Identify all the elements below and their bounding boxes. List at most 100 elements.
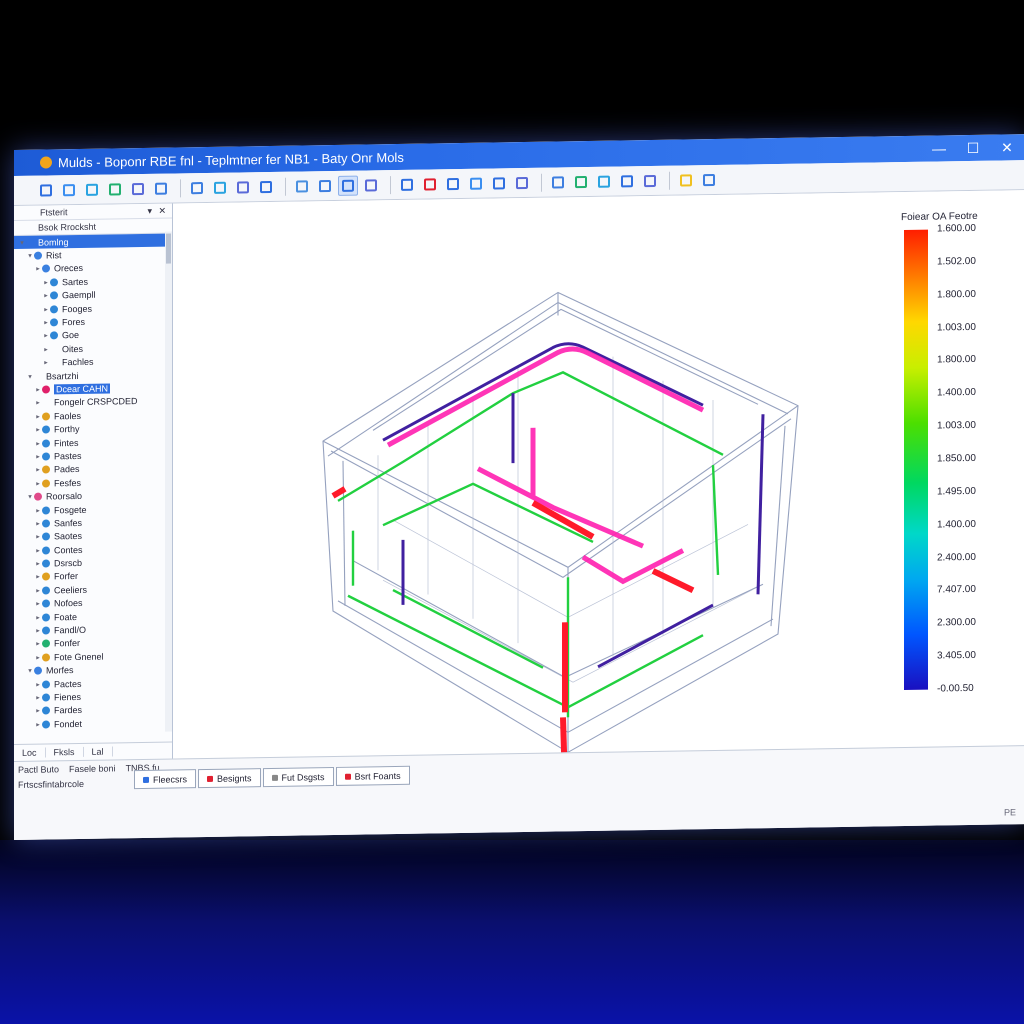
tree-item-label: Fachles: [62, 356, 94, 368]
expand-icon[interactable]: ▸: [42, 359, 50, 367]
mesh-button[interactable]: [315, 175, 335, 195]
expand-icon[interactable]: ▸: [34, 399, 42, 407]
tab-icon: [271, 774, 278, 781]
expand-icon[interactable]: ▸: [34, 707, 42, 715]
expand-icon[interactable]: ▸: [42, 292, 50, 300]
expand-icon[interactable]: ▸: [34, 426, 42, 434]
table-icon: [644, 174, 656, 187]
expand-icon[interactable]: ▸: [34, 386, 42, 394]
expand-icon[interactable]: ▸: [34, 694, 42, 702]
record-button[interactable]: [420, 174, 440, 194]
expand-icon[interactable]: ▸: [34, 573, 42, 581]
node-icon: [42, 438, 50, 448]
expand-icon[interactable]: ▸: [42, 332, 50, 340]
expand-icon[interactable]: ▾: [26, 372, 34, 380]
copy-button[interactable]: [292, 176, 312, 196]
expand-icon[interactable]: ▸: [34, 479, 42, 487]
rotate-button[interactable]: [443, 173, 463, 193]
expand-icon[interactable]: ▸: [34, 506, 42, 514]
expand-icon[interactable]: ▾: [26, 493, 34, 501]
expand-icon[interactable]: ▸: [34, 533, 42, 541]
expand-icon[interactable]: ▾: [26, 252, 34, 260]
chart-button[interactable]: [571, 171, 591, 191]
layers-button[interactable]: [256, 176, 276, 196]
tool-button[interactable]: [210, 177, 230, 197]
app-icon: [40, 156, 52, 169]
expand-icon[interactable]: ▸: [34, 680, 42, 688]
orbit-button[interactable]: [466, 173, 486, 193]
expand-icon[interactable]: ▸: [34, 265, 42, 273]
node-icon: [42, 639, 50, 648]
3d-viewport[interactable]: Foiear OA Feotre 1.600.00 1.502.00 1.800.0…: [173, 190, 1024, 840]
light-button[interactable]: [676, 170, 696, 190]
close-button[interactable]: ✕: [990, 134, 1024, 161]
expand-icon[interactable]: ▸: [34, 600, 42, 608]
filter-button[interactable]: [548, 172, 568, 192]
expand-icon[interactable]: ▸: [34, 519, 42, 527]
bottom-tab[interactable]: Fleecsrs: [134, 769, 197, 790]
expand-icon[interactable]: ▸: [42, 345, 50, 353]
settings-button[interactable]: [128, 178, 148, 198]
section-button[interactable]: [617, 171, 637, 191]
expand-icon[interactable]: ▸: [34, 412, 42, 420]
zoom-button[interactable]: [397, 174, 417, 194]
select-button[interactable]: [338, 175, 358, 196]
expand-icon[interactable]: ▸: [34, 439, 42, 447]
expand-icon[interactable]: ▸: [34, 466, 42, 474]
tree-item[interactable]: ▸ Fondet: [14, 716, 172, 732]
expand-icon[interactable]: ▸: [42, 318, 50, 327]
wrench-button[interactable]: [82, 179, 102, 199]
model-tree-panel: Ftsterit ▾ ✕ Bsok Rrocksht ▾ Bomlng ▾ Rist ▸…: [14, 203, 173, 762]
expand-icon[interactable]: ▸: [34, 546, 42, 554]
maximize-button[interactable]: ☐: [956, 135, 990, 162]
table-button[interactable]: [640, 170, 660, 190]
expand-icon[interactable]: ▸: [34, 720, 42, 728]
close-icon[interactable]: ✕: [158, 205, 166, 216]
grid-button[interactable]: [233, 177, 253, 197]
zoom-fit-button[interactable]: [699, 169, 719, 189]
panel-tab-loc[interactable]: Loc: [14, 747, 46, 758]
expand-icon[interactable]: ▸: [42, 305, 50, 313]
panel-tab-lal[interactable]: Lal: [83, 746, 113, 757]
node-icon: [42, 425, 50, 434]
refresh-icon: [109, 182, 121, 196]
new-button[interactable]: [36, 180, 56, 200]
expand-icon[interactable]: ▸: [34, 613, 42, 621]
expand-icon[interactable]: ▾: [26, 667, 34, 675]
bottom-tab[interactable]: Besignts: [198, 768, 261, 789]
node-icon: [42, 264, 50, 274]
pin-icon[interactable]: ▾: [147, 205, 152, 216]
expand-icon[interactable]: ▸: [34, 627, 42, 635]
purple-channels: [382, 342, 765, 669]
expand-icon[interactable]: ▸: [34, 640, 42, 648]
application-window: Mulds - Boponr RBE fnl - Teplmtner fer N…: [14, 134, 1024, 840]
toolbar-separator: [669, 171, 670, 190]
bottom-tab[interactable]: Bsrt Foants: [335, 765, 410, 786]
link-button[interactable]: [151, 178, 171, 198]
expand-icon[interactable]: ▸: [42, 278, 50, 286]
refresh-button[interactable]: [105, 179, 125, 199]
node-icon: [50, 331, 58, 340]
settings-icon: [132, 182, 144, 195]
expand-icon[interactable]: ▸: [34, 653, 42, 661]
probe-button[interactable]: [594, 171, 614, 191]
tree-item-label: Oites: [62, 343, 84, 355]
expand-icon[interactable]: ▾: [18, 238, 26, 247]
tree-item-label: Fores: [62, 316, 86, 328]
expand-icon[interactable]: ▸: [34, 452, 42, 461]
open-button[interactable]: [59, 179, 79, 199]
panel-tab-fields[interactable]: Fksls: [45, 746, 84, 758]
expand-icon[interactable]: ▸: [34, 560, 42, 568]
frame-button[interactable]: [361, 175, 381, 195]
cube-button[interactable]: [489, 173, 509, 193]
bottom-tab[interactable]: Fut Dsgsts: [262, 766, 334, 788]
panel-scrollbar[interactable]: [165, 231, 172, 732]
tree-item-label: Dcear CAHN: [54, 383, 111, 395]
view-button[interactable]: [512, 172, 532, 192]
minimize-button[interactable]: —: [922, 135, 956, 162]
node-icon: [42, 412, 50, 421]
expand-icon[interactable]: ▸: [34, 586, 42, 594]
search-button[interactable]: [187, 177, 207, 197]
scroll-thumb[interactable]: [166, 233, 171, 264]
model-render[interactable]: [173, 190, 1024, 840]
